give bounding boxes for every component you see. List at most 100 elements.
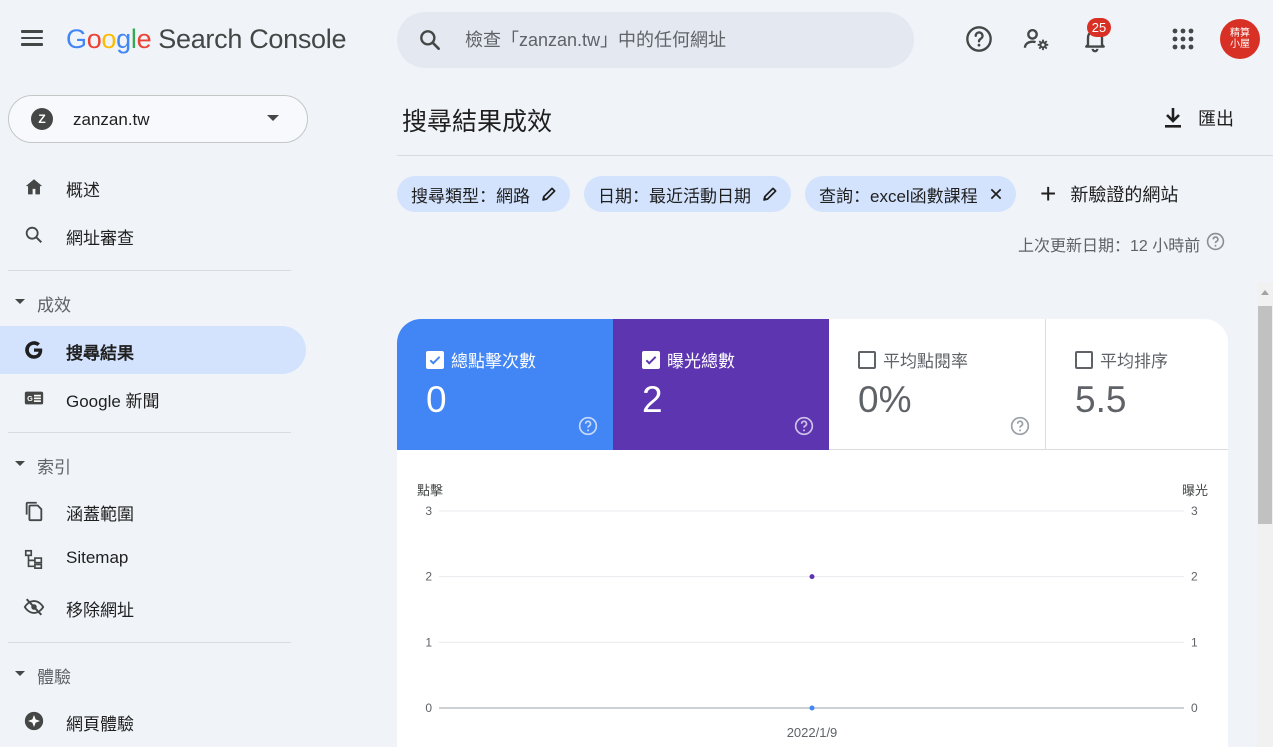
y-tick-label-left: 2 bbox=[425, 570, 432, 584]
url-inspection-search[interactable] bbox=[397, 12, 914, 68]
section-title: 體驗 bbox=[37, 668, 71, 687]
metric-label: 平均排序 bbox=[1100, 352, 1168, 371]
sidebar-divider bbox=[8, 432, 291, 433]
sidebar-item-label: 概述 bbox=[66, 181, 100, 200]
search-icon bbox=[417, 27, 443, 58]
avatar-text-line2: 小屋 bbox=[1230, 39, 1250, 50]
add-filter-label: 新驗證的網站 bbox=[1070, 185, 1179, 205]
logo-letter: g bbox=[116, 24, 131, 54]
sidebar-item-page-experience[interactable]: 網頁體驗 bbox=[0, 697, 306, 745]
notification-count-badge: 25 bbox=[1087, 18, 1111, 37]
svg-text:G: G bbox=[27, 394, 33, 403]
product-name: Search Console bbox=[158, 24, 347, 54]
checkbox-unchecked-icon[interactable] bbox=[1075, 350, 1093, 369]
metric-value: 2 bbox=[642, 379, 663, 420]
collapse-caret-icon bbox=[15, 461, 25, 466]
help-icon[interactable] bbox=[794, 416, 814, 441]
menu-bar bbox=[21, 43, 43, 46]
sidebar-item-overview[interactable]: 概述 bbox=[0, 163, 306, 211]
section-header-experience[interactable]: 體驗 bbox=[0, 658, 300, 688]
sidebar-item-url-inspection[interactable]: 網址審查 bbox=[0, 211, 306, 259]
filter-chip-label: 搜尋類型：網路 bbox=[411, 186, 530, 206]
filter-chip-search-type[interactable]: 搜尋類型：網路 bbox=[397, 176, 570, 212]
y-tick-label-left: 0 bbox=[425, 701, 432, 715]
sidebar-item-label: 網址審查 bbox=[66, 229, 134, 248]
property-name: zanzan.tw bbox=[73, 110, 150, 129]
property-icon: Z bbox=[31, 108, 53, 130]
metric-label: 平均點閱率 bbox=[883, 352, 968, 371]
plus-icon: + bbox=[1040, 178, 1057, 209]
edit-pencil-icon[interactable] bbox=[540, 185, 558, 203]
help-icon[interactable] bbox=[1206, 232, 1225, 256]
data-point bbox=[809, 705, 815, 711]
avatar-text-line1: 精算 bbox=[1230, 28, 1250, 39]
sitemap-icon bbox=[22, 547, 46, 571]
sidebar-item-removals[interactable]: 移除網址 bbox=[0, 583, 306, 631]
copy-pages-icon bbox=[22, 499, 46, 523]
checkbox-checked-icon[interactable] bbox=[426, 350, 444, 369]
sidebar-divider bbox=[8, 642, 291, 643]
y-axis-label-left: 點擊 bbox=[417, 483, 443, 498]
sidebar-item-sitemap[interactable]: Sitemap bbox=[0, 535, 306, 583]
section-header-index[interactable]: 索引 bbox=[0, 448, 300, 478]
section-title: 成效 bbox=[37, 296, 71, 315]
edit-pencil-icon[interactable] bbox=[761, 185, 779, 203]
dropdown-caret-icon bbox=[267, 115, 279, 121]
sidebar-item-google-news[interactable]: G Google 新聞 bbox=[0, 374, 306, 422]
collapse-caret-icon bbox=[15, 299, 25, 304]
sidebar-item-search-results[interactable]: 搜尋結果 bbox=[0, 326, 306, 374]
search-input[interactable] bbox=[465, 22, 895, 58]
help-icon[interactable] bbox=[1010, 416, 1030, 441]
sidebar-item-label: 涵蓋範圍 bbox=[66, 505, 134, 524]
search-console-logo[interactable]: Google Search Console bbox=[66, 24, 347, 55]
header-divider bbox=[397, 155, 1273, 156]
main-menu-button[interactable] bbox=[18, 26, 46, 54]
scrollbar-thumb[interactable] bbox=[1258, 306, 1272, 524]
performance-card: 總點擊次數 0 曝光總數 2 平均點閱率 0% 平均排序 5.5 點擊 曝光 0… bbox=[397, 319, 1228, 747]
page-scrollbar[interactable] bbox=[1257, 282, 1273, 747]
metric-label-row: 曝光總數 bbox=[642, 347, 735, 372]
export-button[interactable]: 匯出 bbox=[1162, 100, 1234, 136]
user-settings-button[interactable] bbox=[1019, 22, 1053, 56]
last-updated: 上次更新日期：12 小時前 bbox=[1018, 232, 1225, 256]
filter-chip-date[interactable]: 日期：最近活動日期 bbox=[584, 176, 791, 212]
menu-bar bbox=[21, 36, 43, 39]
logo-letter: G bbox=[66, 24, 87, 54]
filter-chip-label: 日期：最近活動日期 bbox=[598, 186, 751, 206]
sidebar-item-label: 搜尋結果 bbox=[66, 344, 134, 363]
apps-button[interactable] bbox=[1166, 22, 1200, 56]
metric-label: 總點擊次數 bbox=[451, 352, 536, 371]
help-button[interactable] bbox=[962, 22, 996, 56]
sidebar-divider bbox=[8, 270, 291, 271]
sidebar-item-label: 網頁體驗 bbox=[66, 715, 134, 734]
page-title: 搜尋結果成效 bbox=[402, 108, 553, 136]
help-icon[interactable] bbox=[578, 416, 598, 441]
scroll-up-arrow-icon[interactable] bbox=[1261, 290, 1269, 295]
metric-average-position[interactable]: 平均排序 5.5 bbox=[1045, 319, 1228, 450]
metric-average-ctr[interactable]: 平均點閱率 0% bbox=[829, 319, 1045, 450]
metric-total-impressions[interactable]: 曝光總數 2 bbox=[613, 319, 829, 450]
close-icon[interactable] bbox=[988, 186, 1004, 202]
filter-chip-query[interactable]: 查詢：excel函數課程 bbox=[805, 176, 1016, 212]
metric-total-clicks[interactable]: 總點擊次數 0 bbox=[397, 319, 613, 450]
y-tick-label-right: 0 bbox=[1191, 701, 1198, 715]
page-experience-icon bbox=[22, 709, 46, 733]
account-avatar[interactable]: 精算 小屋 bbox=[1220, 19, 1260, 59]
y-axis-label-right: 曝光 bbox=[1182, 483, 1208, 498]
checkbox-unchecked-icon[interactable] bbox=[858, 350, 876, 369]
metric-label: 曝光總數 bbox=[667, 352, 735, 371]
sidebar-item-coverage[interactable]: 涵蓋範圍 bbox=[0, 487, 306, 535]
news-icon: G bbox=[22, 386, 46, 410]
sidebar-item-label: Sitemap bbox=[66, 548, 129, 567]
add-filter-button[interactable]: + 新驗證的網站 bbox=[1040, 176, 1178, 212]
performance-chart: 點擊 曝光 0 0 1 1 2 2 3 3 2022/1/9 bbox=[417, 483, 1208, 740]
logo-letter: e bbox=[136, 24, 152, 54]
collapse-caret-icon bbox=[15, 671, 25, 676]
sidebar-item-label: 移除網址 bbox=[66, 601, 134, 620]
metric-value: 5.5 bbox=[1075, 379, 1127, 420]
metric-label-row: 平均排序 bbox=[1075, 347, 1168, 372]
checkbox-checked-icon[interactable] bbox=[642, 350, 660, 369]
y-tick-label-right: 1 bbox=[1191, 635, 1198, 649]
property-selector[interactable]: Z zanzan.tw bbox=[8, 95, 308, 143]
section-header-performance[interactable]: 成效 bbox=[0, 286, 300, 316]
